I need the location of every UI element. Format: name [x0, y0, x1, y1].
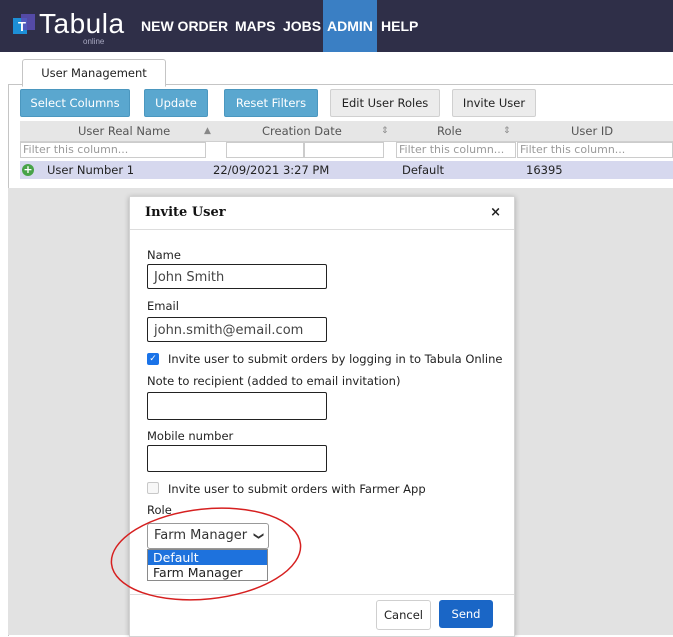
edit-user-roles-button[interactable]: Edit User Roles — [330, 89, 440, 117]
tabula-logo-icon: T — [13, 14, 35, 34]
mobile-number-field[interactable] — [147, 445, 327, 472]
nav-admin[interactable]: ADMIN — [323, 0, 377, 52]
reset-filters-button[interactable]: Reset Filters — [224, 89, 318, 117]
logo-text: Tabula — [39, 8, 125, 39]
filter-input-role[interactable]: Filter this column... — [396, 142, 516, 158]
close-icon[interactable]: × — [490, 205, 501, 220]
nav-new-order[interactable]: NEW ORDER — [141, 0, 228, 52]
grid-header: User Real Name ▲ Creation Date ⇕ Role ⇕ … — [20, 121, 673, 142]
column-header-user-id[interactable]: User ID — [571, 121, 613, 141]
expand-row-icon[interactable]: + — [22, 164, 34, 176]
name-field[interactable]: John Smith — [147, 264, 327, 289]
sort-icon[interactable]: ⇕ — [381, 121, 389, 141]
email-label: Email — [147, 299, 179, 313]
sort-icon[interactable]: ⇕ — [503, 121, 511, 141]
invite-app-checkbox[interactable] — [147, 482, 159, 494]
update-button[interactable]: Update — [144, 89, 208, 117]
cell-role: Default — [402, 163, 445, 177]
filter-input-creation-date-to[interactable] — [304, 142, 384, 158]
svg-text:T: T — [18, 19, 26, 34]
nav-maps[interactable]: MAPS — [235, 0, 275, 52]
cell-user-real-name: User Number 1 — [47, 163, 135, 177]
filter-input-user-real-name[interactable]: Filter this column... — [20, 142, 206, 158]
column-header-role[interactable]: Role — [437, 121, 462, 141]
invite-online-checkbox[interactable]: ✓ — [147, 353, 159, 365]
invite-user-button[interactable]: Invite User — [452, 89, 536, 117]
note-label: Note to recipient (added to email invita… — [147, 374, 401, 388]
filter-row: Filter this column... Filter this column… — [20, 142, 673, 158]
filter-input-creation-date-from[interactable] — [226, 142, 304, 158]
cell-creation-date: 22/09/2021 3:27 PM — [213, 163, 330, 177]
divider — [130, 229, 514, 230]
invite-online-label: Invite user to submit orders by logging … — [168, 352, 503, 366]
logo-subtitle: online — [83, 37, 105, 46]
name-label: Name — [147, 248, 181, 262]
filter-input-user-id[interactable]: Filter this column... — [517, 142, 673, 158]
send-button[interactable]: Send — [439, 600, 493, 628]
nav-help[interactable]: HELP — [381, 0, 418, 52]
cancel-button[interactable]: Cancel — [376, 600, 431, 630]
nav-jobs[interactable]: JOBS — [283, 0, 321, 52]
dialog-title: Invite User — [145, 205, 226, 220]
note-to-recipient-field[interactable] — [147, 392, 327, 420]
table-row[interactable]: + User Number 1 22/09/2021 3:27 PM Defau… — [20, 161, 673, 179]
sort-asc-icon[interactable]: ▲ — [204, 121, 211, 141]
top-navigation-bar: T Tabula online NEW ORDER MAPS JOBS ADMI… — [0, 0, 673, 52]
invite-app-label: Invite user to submit orders with Farmer… — [168, 482, 426, 496]
tab-user-management[interactable]: User Management — [22, 59, 166, 87]
column-header-user-real-name[interactable]: User Real Name — [78, 121, 170, 141]
email-field[interactable]: john.smith@email.com — [147, 317, 327, 342]
column-header-creation-date[interactable]: Creation Date — [262, 121, 342, 141]
cell-user-id: 16395 — [526, 163, 563, 177]
annotation-ellipse — [110, 507, 302, 601]
mobile-label: Mobile number — [147, 429, 234, 443]
select-columns-button[interactable]: Select Columns — [20, 89, 130, 117]
